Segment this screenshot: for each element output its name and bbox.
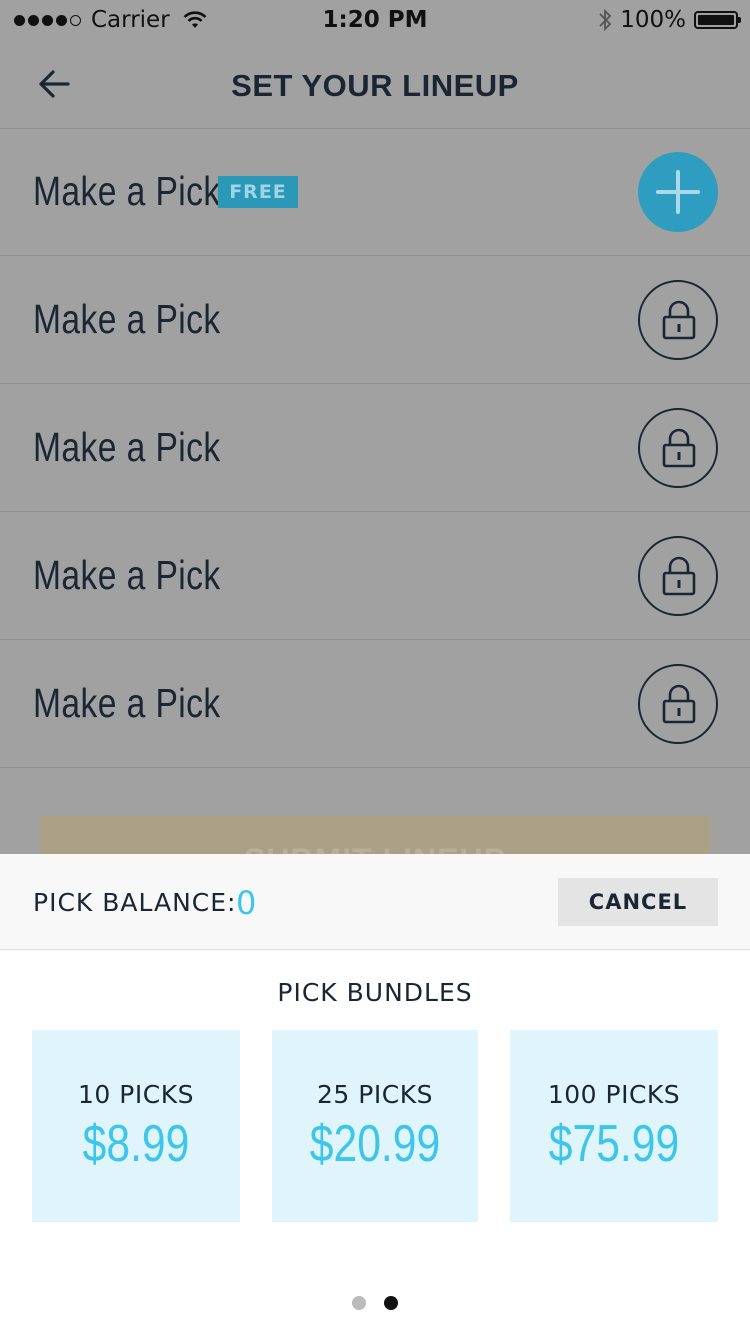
pick-row-label: Make a Pick [33, 680, 221, 726]
pick-balance-label: PICK BALANCE: [33, 888, 237, 917]
locked-pick-button[interactable] [638, 664, 718, 744]
add-pick-button[interactable] [638, 152, 718, 232]
page-indicator[interactable] [352, 1296, 398, 1310]
bundle-price: $8.99 [82, 1115, 190, 1173]
lock-icon [662, 428, 696, 468]
page-dot-active[interactable] [384, 1296, 398, 1310]
pick-row[interactable]: Make a Pick [0, 384, 750, 512]
bundle-picks-label: 25 PICKS [317, 1080, 433, 1109]
pick-row-label: Make a Pick [33, 296, 221, 342]
lock-icon [662, 684, 696, 724]
pick-bundles-sheet: PICK BALANCE: 0 CANCEL PICK BUNDLES 10 P… [0, 854, 750, 1334]
pick-list: Make a Pick FREE Make a Pick Make a Pick [0, 128, 750, 768]
cancel-button[interactable]: CANCEL [558, 878, 718, 926]
battery-percent: 100% [620, 7, 686, 33]
locked-pick-button[interactable] [638, 280, 718, 360]
bundle-picks-label: 100 PICKS [547, 1080, 681, 1109]
pick-row-label: Make a Pick [33, 168, 221, 214]
lock-icon [662, 300, 696, 340]
bluetooth-icon [599, 8, 612, 32]
pick-row-label: Make a Pick [33, 424, 221, 470]
battery-icon [694, 11, 741, 29]
locked-pick-button[interactable] [638, 536, 718, 616]
pick-row[interactable]: Make a Pick [0, 640, 750, 768]
page-title: SET YOUR LINEUP [231, 68, 519, 103]
locked-pick-button[interactable] [638, 408, 718, 488]
plus-icon [656, 170, 700, 214]
free-badge: FREE [218, 176, 298, 208]
pick-bundles-title: PICK BUNDLES [277, 978, 473, 1007]
status-bar: Carrier 1:20 PM 100% [0, 0, 750, 40]
bundle-picks-label: 10 PICKS [78, 1080, 194, 1109]
pick-row[interactable]: Make a Pick FREE [0, 128, 750, 256]
pick-row[interactable]: Make a Pick [0, 512, 750, 640]
pick-balance-value: 0 [236, 884, 257, 922]
bundle-10-picks[interactable]: 10 PICKS $8.99 [32, 1030, 240, 1222]
bundle-price: $20.99 [309, 1115, 441, 1173]
lock-icon [662, 556, 696, 596]
bundle-25-picks[interactable]: 25 PICKS $20.99 [272, 1030, 478, 1222]
nav-bar: SET YOUR LINEUP [0, 40, 750, 129]
sheet-header: PICK BALANCE: 0 CANCEL [0, 854, 750, 950]
bundle-price: $75.99 [548, 1115, 680, 1173]
pick-row-label: Make a Pick [33, 552, 221, 598]
pick-row[interactable]: Make a Pick [0, 256, 750, 384]
bundle-100-picks[interactable]: 100 PICKS $75.99 [510, 1030, 718, 1222]
status-right: 100% [598, 7, 741, 33]
page-dot[interactable] [352, 1296, 366, 1310]
